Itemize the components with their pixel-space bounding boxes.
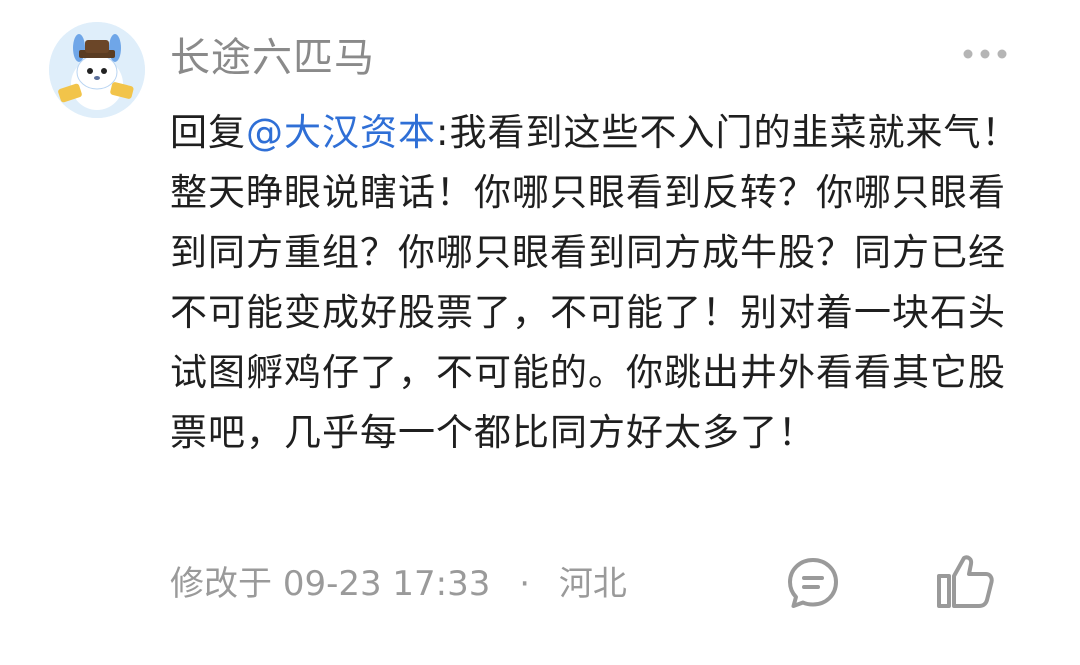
avatar-image <box>49 22 145 118</box>
more-dots-icon[interactable] <box>960 40 1010 68</box>
timestamp: 09-23 17:33 <box>282 564 491 604</box>
comment-content: :我看到这些不入门的韭菜就来气！整天睁眼说瞎话！你哪只眼看到反转？你哪只眼看到同… <box>170 111 1020 454</box>
thumbs-up-icon[interactable] <box>935 552 995 610</box>
location: 河北 <box>558 564 627 604</box>
mention-link[interactable]: @大汉资本 <box>246 111 436 154</box>
modified-label: 修改于 <box>170 564 272 604</box>
reply-prefix: 回复 <box>170 111 246 154</box>
reply-bubble-icon[interactable] <box>786 556 840 610</box>
comment-text: 回复@大汉资本:我看到这些不入门的韭菜就来气！整天睁眼说瞎话！你哪只眼看到反转？… <box>170 103 1020 463</box>
comment-meta: 修改于 09-23 17:33 · 河北 <box>170 560 627 608</box>
author-name[interactable]: 长途六匹马 <box>170 34 375 82</box>
avatar[interactable] <box>49 22 145 118</box>
meta-separator: · <box>519 564 531 604</box>
